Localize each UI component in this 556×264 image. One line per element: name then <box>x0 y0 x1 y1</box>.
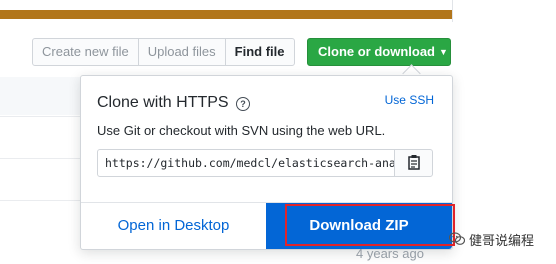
file-list-row <box>0 77 80 115</box>
copy-url-button[interactable] <box>394 149 433 177</box>
file-list-divider <box>0 116 80 117</box>
create-new-file-button[interactable]: Create new file <box>32 38 139 66</box>
clipboard-icon <box>408 155 420 170</box>
clone-or-download-button[interactable]: Clone or download ▼ <box>307 38 451 66</box>
question-circle-icon[interactable]: ? <box>236 97 251 111</box>
clone-or-download-label: Clone or download <box>318 44 435 59</box>
file-list-divider <box>0 200 80 201</box>
popover-description: Use Git or checkout with SVN using the w… <box>97 123 386 138</box>
download-zip-highlight-box <box>285 204 455 246</box>
watermark-text: 健哥说编程 <box>469 232 535 248</box>
popover-title: Clone with HTTPS ? <box>97 94 251 112</box>
last-commit-time: 4 years ago <box>356 246 424 261</box>
language-bar-stripe <box>0 10 452 19</box>
use-ssh-link[interactable]: Use SSH <box>385 93 434 107</box>
file-list-divider <box>0 158 80 159</box>
file-actions-group: Create new file Upload files Find file <box>32 38 295 66</box>
find-file-button[interactable]: Find file <box>224 38 295 66</box>
clone-url-input[interactable]: https://github.com/medcl/elasticsearch-a… <box>97 149 395 177</box>
caret-down-icon: ▼ <box>439 47 448 57</box>
clone-url-group: https://github.com/medcl/elasticsearch-a… <box>97 149 433 177</box>
watermark: 健哥说编程 <box>449 231 535 248</box>
open-in-desktop-button[interactable]: Open in Desktop <box>81 203 266 249</box>
upload-files-button[interactable]: Upload files <box>137 38 226 66</box>
wechat-icon <box>449 232 465 245</box>
language-bar <box>0 0 453 22</box>
